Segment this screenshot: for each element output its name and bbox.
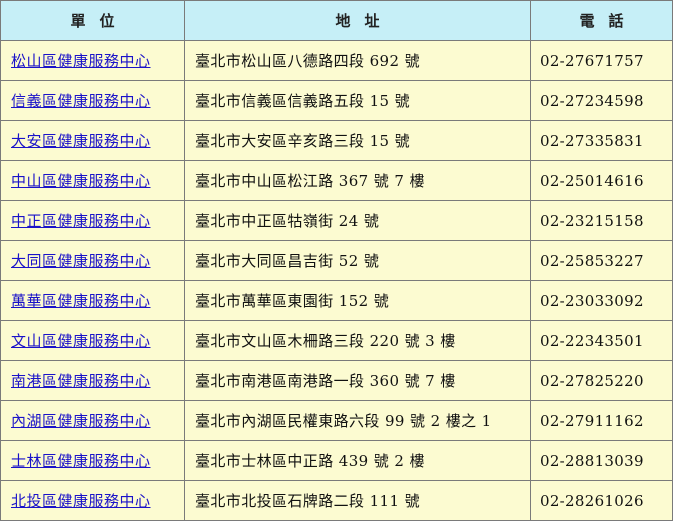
table-row: 南港區健康服務中心 臺北市南港區南港路一段 360 號 7 樓 02-27825… — [0, 360, 673, 401]
unit-link[interactable]: 萬華區健康服務中心 — [11, 292, 151, 310]
address-cell: 臺北市松山區八德路四段 692 號 — [184, 40, 531, 81]
phone-cell: 02-23033092 — [530, 280, 673, 321]
table-row: 松山區健康服務中心 臺北市松山區八德路四段 692 號 02-27671757 — [0, 40, 673, 81]
phone-cell: 02-27671757 — [530, 40, 673, 81]
phone-cell: 02-25014616 — [530, 160, 673, 201]
header-phone: 電話 — [530, 0, 673, 41]
table-row: 北投區健康服務中心 臺北市北投區石牌路二段 111 號 02-28261026 — [0, 480, 673, 521]
unit-cell: 大安區健康服務中心 — [0, 120, 185, 161]
header-row: 單位 地址 電話 — [0, 0, 673, 41]
unit-cell: 中山區健康服務中心 — [0, 160, 185, 201]
unit-link[interactable]: 北投區健康服務中心 — [11, 492, 151, 510]
header-unit: 單位 — [0, 0, 185, 41]
unit-link[interactable]: 松山區健康服務中心 — [11, 52, 151, 70]
address-cell: 臺北市內湖區民權東路六段 99 號 2 樓之 1 — [184, 400, 531, 441]
unit-cell: 文山區健康服務中心 — [0, 320, 185, 361]
unit-cell: 內湖區健康服務中心 — [0, 400, 185, 441]
phone-cell: 02-22343501 — [530, 320, 673, 361]
phone-cell: 02-25853227 — [530, 240, 673, 281]
health-center-table: 單位 地址 電話 松山區健康服務中心 臺北市松山區八德路四段 692 號 02-… — [0, 0, 673, 521]
table-row: 信義區健康服務中心 臺北市信義區信義路五段 15 號 02-27234598 — [0, 80, 673, 121]
table-header: 單位 地址 電話 — [0, 0, 673, 41]
unit-cell: 北投區健康服務中心 — [0, 480, 185, 521]
unit-link[interactable]: 南港區健康服務中心 — [11, 372, 151, 390]
table-body: 松山區健康服務中心 臺北市松山區八德路四段 692 號 02-27671757 … — [0, 40, 673, 521]
table-row: 萬華區健康服務中心 臺北市萬華區東園街 152 號 02-23033092 — [0, 280, 673, 321]
phone-cell: 02-28813039 — [530, 440, 673, 481]
phone-cell: 02-27234598 — [530, 80, 673, 121]
phone-cell: 02-27825220 — [530, 360, 673, 401]
unit-link[interactable]: 中山區健康服務中心 — [11, 172, 151, 190]
table-row: 大同區健康服務中心 臺北市大同區昌吉街 52 號 02-25853227 — [0, 240, 673, 281]
table-row: 中正區健康服務中心 臺北市中正區牯嶺街 24 號 02-23215158 — [0, 200, 673, 241]
phone-cell: 02-23215158 — [530, 200, 673, 241]
phone-cell: 02-27335831 — [530, 120, 673, 161]
unit-link[interactable]: 內湖區健康服務中心 — [11, 412, 151, 430]
address-cell: 臺北市南港區南港路一段 360 號 7 樓 — [184, 360, 531, 401]
address-cell: 臺北市大同區昌吉街 52 號 — [184, 240, 531, 281]
unit-link[interactable]: 信義區健康服務中心 — [11, 92, 151, 110]
address-cell: 臺北市中山區松江路 367 號 7 樓 — [184, 160, 531, 201]
address-cell: 臺北市文山區木柵路三段 220 號 3 樓 — [184, 320, 531, 361]
header-address: 地址 — [184, 0, 531, 41]
table-row: 大安區健康服務中心 臺北市大安區辛亥路三段 15 號 02-27335831 — [0, 120, 673, 161]
unit-cell: 松山區健康服務中心 — [0, 40, 185, 81]
unit-cell: 南港區健康服務中心 — [0, 360, 185, 401]
phone-cell: 02-27911162 — [530, 400, 673, 441]
unit-cell: 萬華區健康服務中心 — [0, 280, 185, 321]
unit-cell: 大同區健康服務中心 — [0, 240, 185, 281]
address-cell: 臺北市士林區中正路 439 號 2 樓 — [184, 440, 531, 481]
address-cell: 臺北市大安區辛亥路三段 15 號 — [184, 120, 531, 161]
phone-cell: 02-28261026 — [530, 480, 673, 521]
unit-cell: 信義區健康服務中心 — [0, 80, 185, 121]
table-row: 士林區健康服務中心 臺北市士林區中正路 439 號 2 樓 02-2881303… — [0, 440, 673, 481]
table-row: 內湖區健康服務中心 臺北市內湖區民權東路六段 99 號 2 樓之 1 02-27… — [0, 400, 673, 441]
address-cell: 臺北市北投區石牌路二段 111 號 — [184, 480, 531, 521]
address-cell: 臺北市萬華區東園街 152 號 — [184, 280, 531, 321]
address-cell: 臺北市信義區信義路五段 15 號 — [184, 80, 531, 121]
table-row: 文山區健康服務中心 臺北市文山區木柵路三段 220 號 3 樓 02-22343… — [0, 320, 673, 361]
unit-link[interactable]: 文山區健康服務中心 — [11, 332, 151, 350]
unit-cell: 中正區健康服務中心 — [0, 200, 185, 241]
unit-cell: 士林區健康服務中心 — [0, 440, 185, 481]
table-row: 中山區健康服務中心 臺北市中山區松江路 367 號 7 樓 02-2501461… — [0, 160, 673, 201]
unit-link[interactable]: 中正區健康服務中心 — [11, 212, 151, 230]
address-cell: 臺北市中正區牯嶺街 24 號 — [184, 200, 531, 241]
unit-link[interactable]: 大同區健康服務中心 — [11, 252, 151, 270]
unit-link[interactable]: 大安區健康服務中心 — [11, 132, 151, 150]
unit-link[interactable]: 士林區健康服務中心 — [11, 452, 151, 470]
